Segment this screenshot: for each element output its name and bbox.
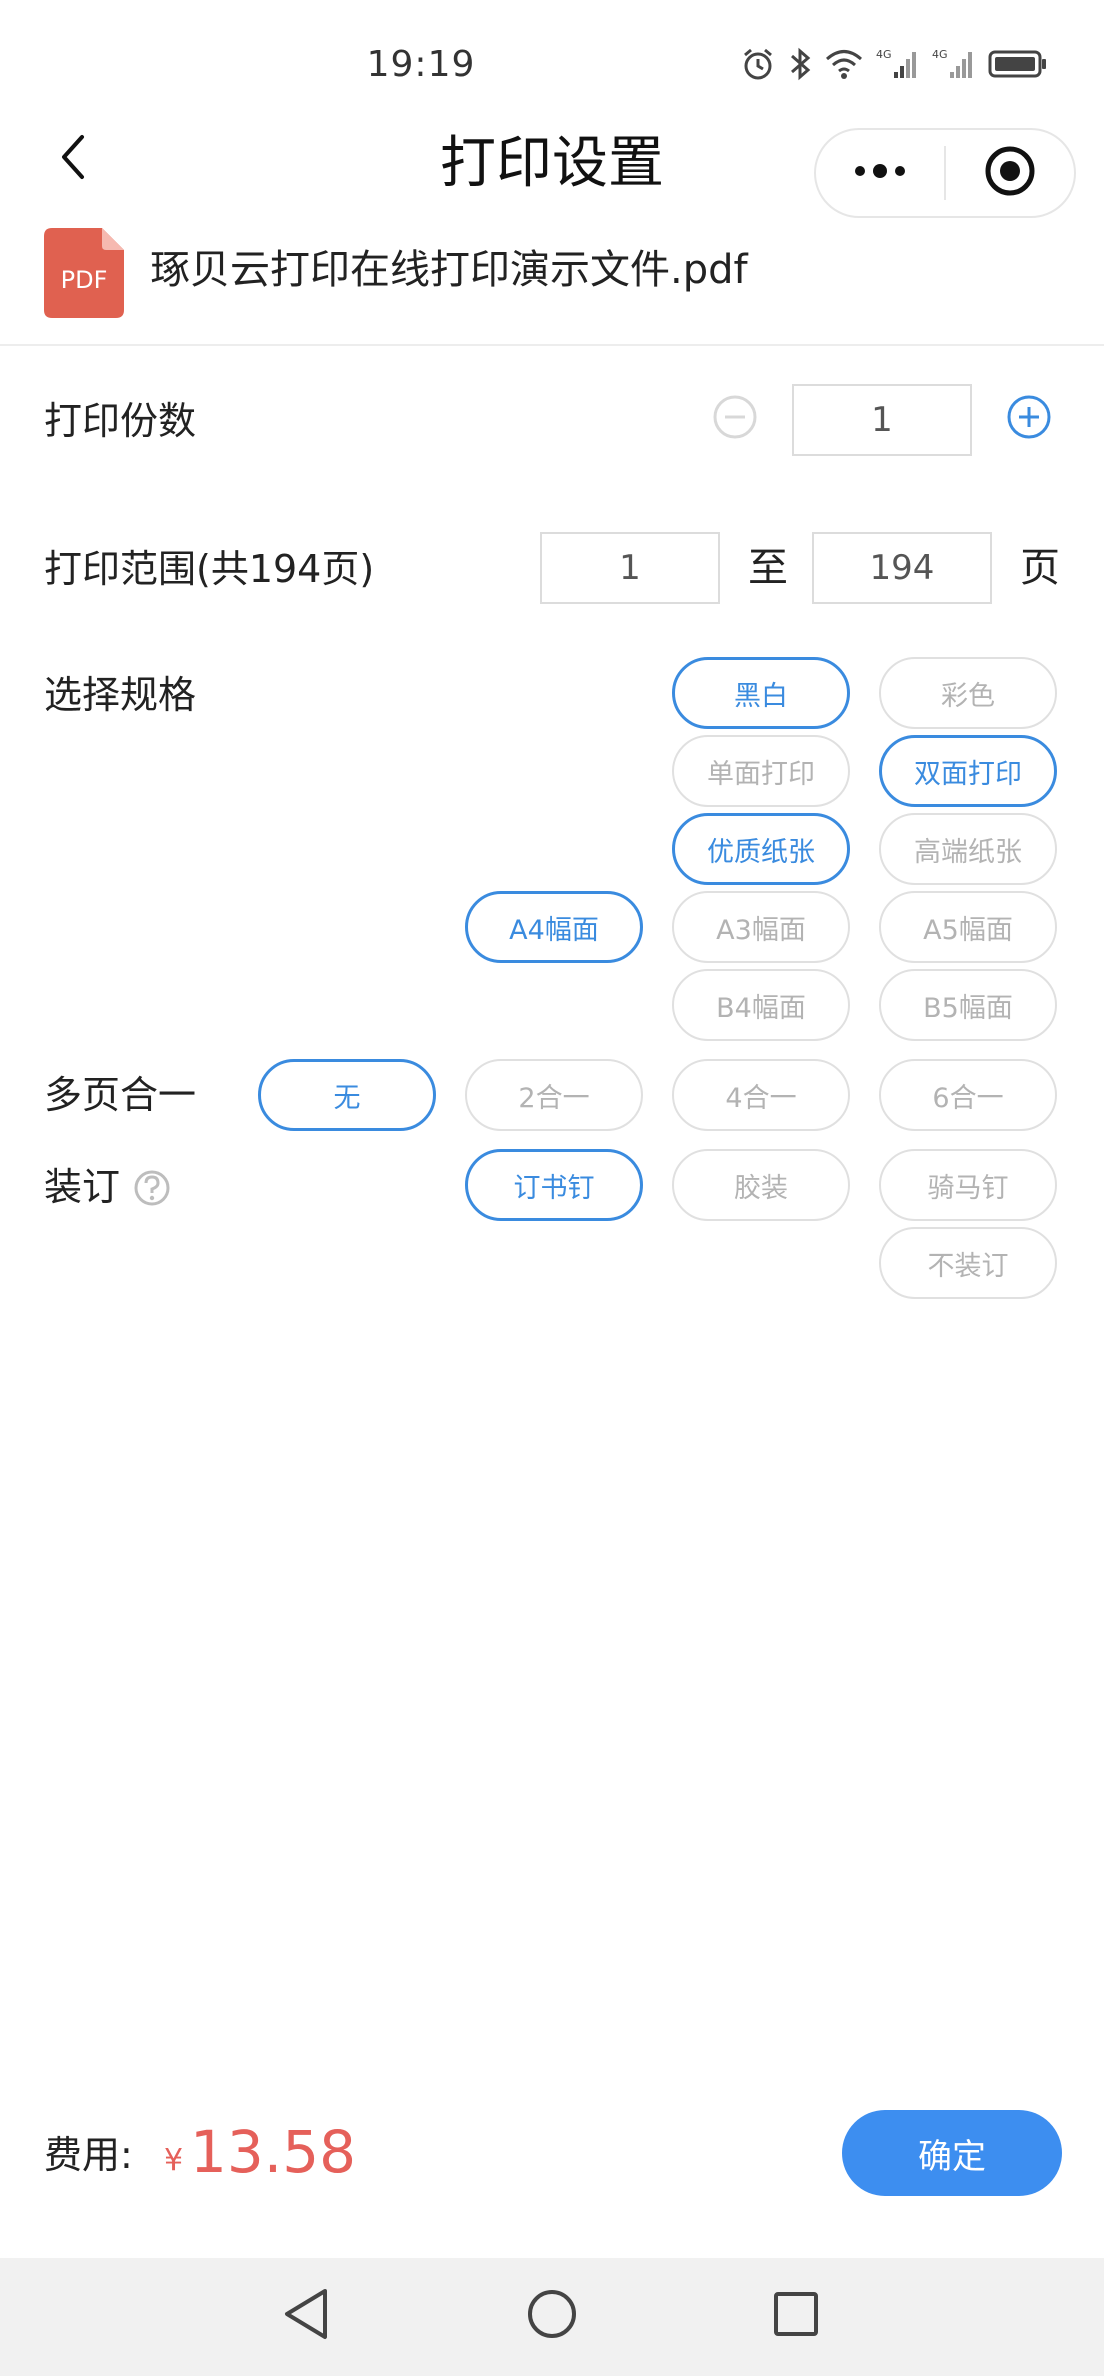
binding-label: 装订 xyxy=(44,1165,121,1209)
confirm-button[interactable]: 确定 xyxy=(842,2110,1062,2196)
alarm-icon xyxy=(740,46,776,86)
fee-label: 费用: xyxy=(44,2133,133,2177)
decrease-copies-button[interactable] xyxy=(712,394,758,444)
system-navigation-bar xyxy=(0,2258,1104,2376)
plus-circle-icon xyxy=(1006,394,1052,444)
range-to-label: 至 xyxy=(748,545,788,591)
range-label: 打印范围(共194页) xyxy=(44,547,375,591)
range-from-input[interactable]: 1 xyxy=(540,532,720,604)
question-circle-icon[interactable] xyxy=(132,1168,172,1208)
signal-4g-icon: 4G xyxy=(876,46,920,86)
option-color[interactable]: 彩色 xyxy=(879,657,1057,729)
option-multipage-none[interactable]: 无 xyxy=(258,1059,436,1131)
copies-label: 打印份数 xyxy=(44,399,197,443)
close-button[interactable] xyxy=(946,130,1074,216)
more-button[interactable] xyxy=(816,130,944,216)
copies-input[interactable]: 1 xyxy=(792,384,972,456)
wifi-icon xyxy=(824,46,864,86)
option-quality-paper[interactable]: 优质纸张 xyxy=(672,813,850,885)
svg-text:4G: 4G xyxy=(876,48,892,61)
fee-amount: 13.58 xyxy=(190,2118,357,2186)
circle-home-icon xyxy=(526,2288,578,2344)
option-premium-paper[interactable]: 高端纸张 xyxy=(879,813,1057,885)
option-b4[interactable]: B4幅面 xyxy=(672,969,850,1041)
pdf-icon-label: PDF xyxy=(61,266,108,294)
option-glue-binding[interactable]: 胶装 xyxy=(672,1149,850,1221)
system-recents-button[interactable] xyxy=(766,2286,826,2346)
multipage-label: 多页合一 xyxy=(44,1073,197,1117)
option-a4[interactable]: A4幅面 xyxy=(465,891,643,963)
system-home-button[interactable] xyxy=(522,2286,582,2346)
more-dots-icon xyxy=(852,163,908,183)
mini-program-capsule xyxy=(814,128,1076,218)
system-back-button[interactable] xyxy=(276,2286,336,2346)
option-b5[interactable]: B5幅面 xyxy=(879,969,1057,1041)
bluetooth-icon xyxy=(788,46,812,86)
option-double-sided[interactable]: 双面打印 xyxy=(879,735,1057,807)
file-name: 琢贝云打印在线打印演示文件.pdf xyxy=(150,247,748,293)
option-multipage-6in1[interactable]: 6合一 xyxy=(879,1059,1057,1131)
pdf-file-icon: PDF xyxy=(44,228,124,318)
option-saddle-stitch[interactable]: 骑马钉 xyxy=(879,1149,1057,1221)
svg-text:4G: 4G xyxy=(932,48,948,61)
option-black-white[interactable]: 黑白 xyxy=(672,657,850,729)
option-staple[interactable]: 订书钉 xyxy=(465,1149,643,1221)
option-multipage-4in1[interactable]: 4合一 xyxy=(672,1059,850,1131)
option-no-binding[interactable]: 不装订 xyxy=(879,1227,1057,1299)
signal-4g-icon: 4G xyxy=(932,46,976,86)
status-icons: 4G 4G xyxy=(740,44,1048,88)
range-unit: 页 xyxy=(1020,545,1060,591)
option-a5[interactable]: A5幅面 xyxy=(879,891,1057,963)
square-recents-icon xyxy=(772,2290,820,2342)
fee-currency: ¥ xyxy=(164,2143,184,2178)
triangle-back-icon xyxy=(281,2287,331,2345)
increase-copies-button[interactable] xyxy=(1006,394,1052,444)
option-single-sided[interactable]: 单面打印 xyxy=(672,735,850,807)
option-a3[interactable]: A3幅面 xyxy=(672,891,850,963)
target-circle-icon xyxy=(984,145,1036,201)
divider xyxy=(0,344,1104,346)
range-to-input[interactable]: 194 xyxy=(812,532,992,604)
status-time: 19:19 xyxy=(366,44,476,85)
option-multipage-2in1[interactable]: 2合一 xyxy=(465,1059,643,1131)
minus-circle-icon xyxy=(712,394,758,444)
spec-label: 选择规格 xyxy=(44,673,197,717)
battery-icon xyxy=(988,46,1048,86)
